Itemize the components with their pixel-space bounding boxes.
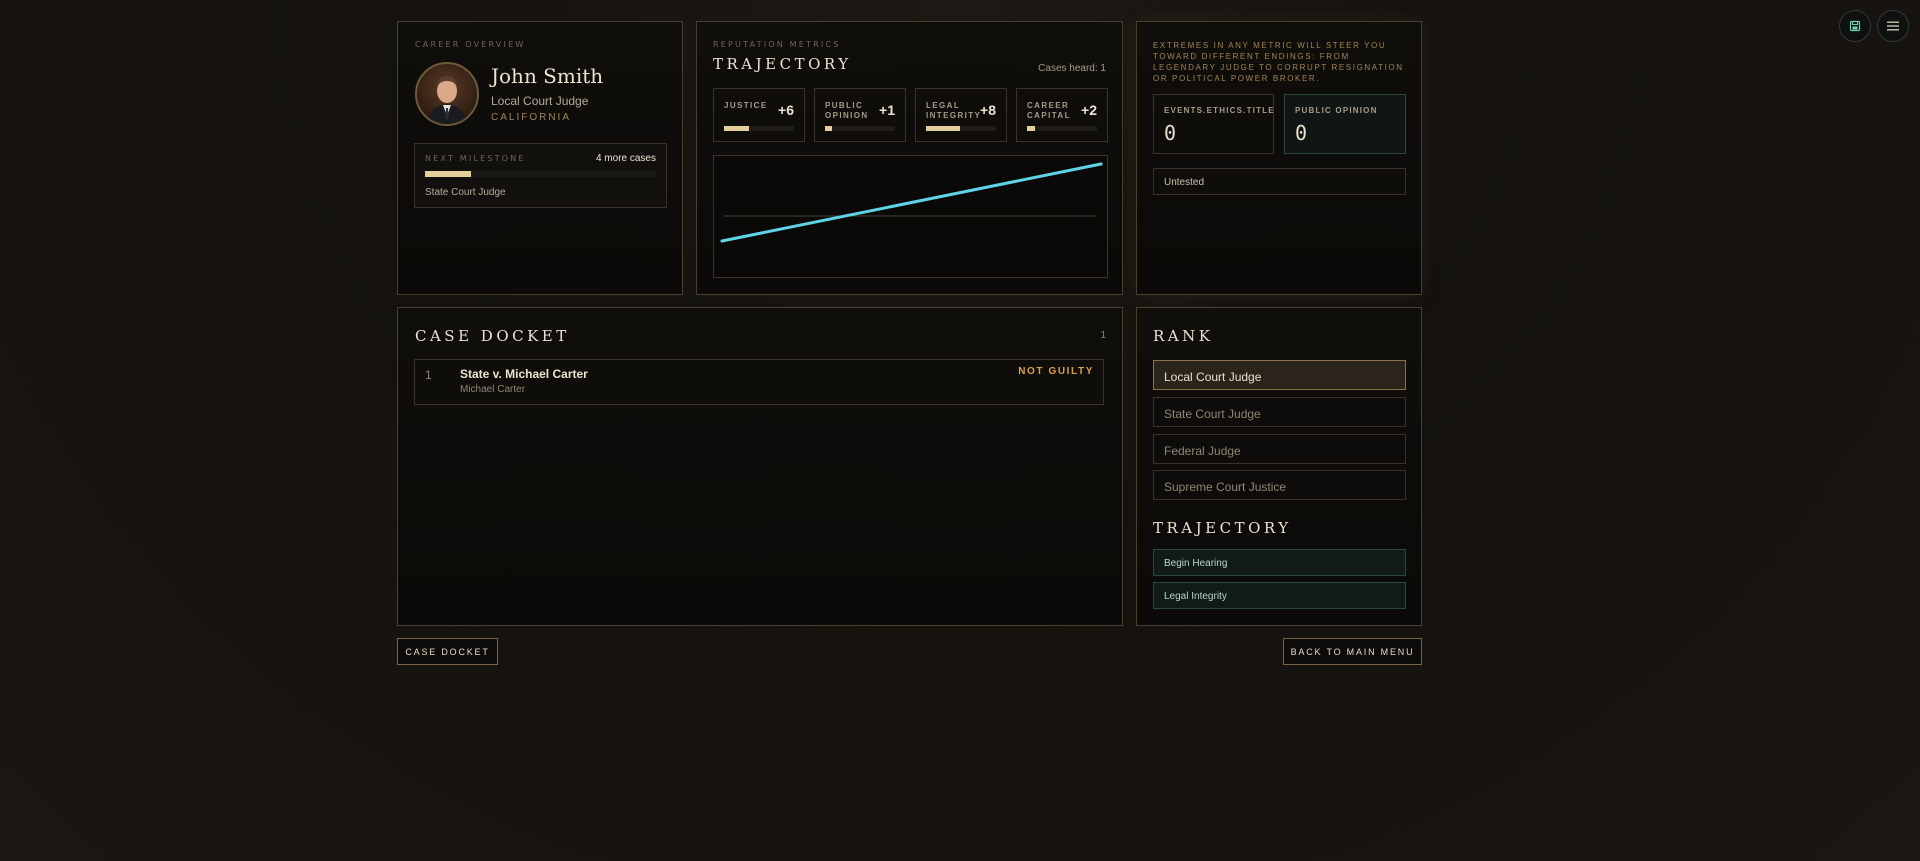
rank-panel: RANK Local Court Judge State Court Judge… — [1136, 307, 1422, 626]
chart-point — [1099, 162, 1103, 166]
endings-note: EXTREMES IN ANY METRIC WILL STEER YOU TO… — [1153, 41, 1404, 83]
metric-bar — [825, 126, 895, 131]
judge-name: John Smith — [491, 64, 604, 88]
endings-panel: EXTREMES IN ANY METRIC WILL STEER YOU TO… — [1136, 21, 1422, 295]
ethics-status: Untested — [1153, 168, 1406, 195]
milestone-remaining: 4 more cases — [595, 153, 656, 164]
milestone-progress-fill — [425, 171, 472, 177]
metric-value: +2 — [1081, 102, 1097, 118]
chart-series-line — [720, 162, 1103, 243]
docket-panel: CASE DOCKET 1 1 State v. Michael Carter … — [397, 307, 1123, 626]
rank-heading: RANK — [1153, 327, 1214, 345]
ethics-label: EVENTS.ETHICS.TITLE — [1164, 106, 1275, 115]
trajectory-chart-svg — [720, 162, 1103, 243]
public-opinion-label: PUBLIC OPINION — [1295, 106, 1378, 115]
rank-item-state-court-judge[interactable]: State Court Judge — [1153, 397, 1406, 427]
menu-button[interactable] — [1877, 10, 1909, 42]
metric-bar-fill — [724, 126, 750, 131]
metric-value: +8 — [980, 102, 996, 118]
milestone-target: State Court Judge — [425, 187, 506, 198]
menu-icon — [1887, 21, 1899, 31]
public-opinion-value: 0 — [1295, 121, 1308, 145]
ethics-status-text: Untested — [1164, 177, 1205, 188]
metric-value: +1 — [879, 102, 895, 118]
trajectory-heading: TRAJECTORY — [1153, 519, 1292, 537]
case-docket-button[interactable]: CASE DOCKET — [397, 638, 498, 665]
case-row[interactable]: 1 State v. Michael Carter Michael Carter… — [414, 359, 1104, 405]
milestone-label: NEXT MILESTONE — [425, 154, 526, 163]
case-defendant: Michael Carter — [460, 384, 526, 395]
rank-item-local-court-judge[interactable]: Local Court Judge — [1153, 360, 1406, 390]
case-verdict: NOT GUILTY — [1018, 366, 1094, 377]
career-eyebrow: CAREER OVERVIEW — [415, 40, 526, 49]
metric-label: PUBLIC OPINION — [825, 101, 869, 120]
docket-heading: CASE DOCKET — [415, 327, 570, 345]
metric-label: JUSTICE — [724, 101, 768, 110]
metrics-eyebrow: REPUTATION METRICS — [713, 40, 841, 49]
ethics-value: 0 — [1164, 121, 1177, 145]
metric-justice: JUSTICE +6 — [713, 88, 805, 142]
trajectory-item-legal-integrity[interactable]: Legal Integrity — [1153, 582, 1406, 609]
public-opinion-stat: PUBLIC OPINION 0 — [1284, 94, 1406, 154]
metric-bar-fill — [1027, 126, 1036, 131]
avatar — [415, 62, 479, 126]
back-to-main-menu-button[interactable]: BACK TO MAIN MENU — [1283, 638, 1422, 665]
save-button[interactable] — [1839, 10, 1871, 42]
cases-heard: Cases heard: 1 — [1038, 63, 1106, 74]
judge-title: Local Court Judge — [491, 94, 589, 108]
rank-item-supreme-court-justice[interactable]: Supreme Court Justice — [1153, 470, 1406, 500]
trajectory-chart — [713, 155, 1108, 278]
metrics-heading: TRAJECTORY — [713, 55, 852, 73]
metric-career-capital: CAREER CAPITAL +2 — [1016, 88, 1108, 142]
case-title: State v. Michael Carter — [460, 367, 588, 381]
chart-point — [720, 239, 724, 243]
metrics-panel: REPUTATION METRICS TRAJECTORY Cases hear… — [696, 21, 1123, 295]
judge-state: CALIFORNIA — [491, 112, 572, 123]
next-milestone: NEXT MILESTONE 4 more cases State Court … — [414, 143, 667, 208]
rank-item-federal-judge[interactable]: Federal Judge — [1153, 434, 1406, 464]
metric-label: LEGAL INTEGRITY — [926, 101, 982, 120]
case-number: 1 — [425, 368, 432, 382]
metric-public-opinion: PUBLIC OPINION +1 — [814, 88, 906, 142]
metric-bar — [724, 126, 794, 131]
metric-bar-fill — [926, 126, 960, 131]
metric-legal-integrity: LEGAL INTEGRITY +8 — [915, 88, 1007, 142]
ethics-stat: EVENTS.ETHICS.TITLE 0 — [1153, 94, 1274, 154]
metric-bar — [1027, 126, 1097, 131]
metric-label: CAREER CAPITAL — [1027, 101, 1071, 120]
milestone-progress-bar — [425, 171, 656, 177]
save-icon — [1849, 20, 1861, 32]
metric-bar — [926, 126, 996, 131]
trajectory-item-begin-hearing[interactable]: Begin Hearing — [1153, 549, 1406, 576]
metric-value: +6 — [778, 102, 794, 118]
docket-count: 1 — [1100, 330, 1106, 341]
judge-portrait-icon — [427, 76, 467, 124]
metric-bar-fill — [825, 126, 832, 131]
career-panel: CAREER OVERVIEW John Smith Local Court J… — [397, 21, 683, 295]
